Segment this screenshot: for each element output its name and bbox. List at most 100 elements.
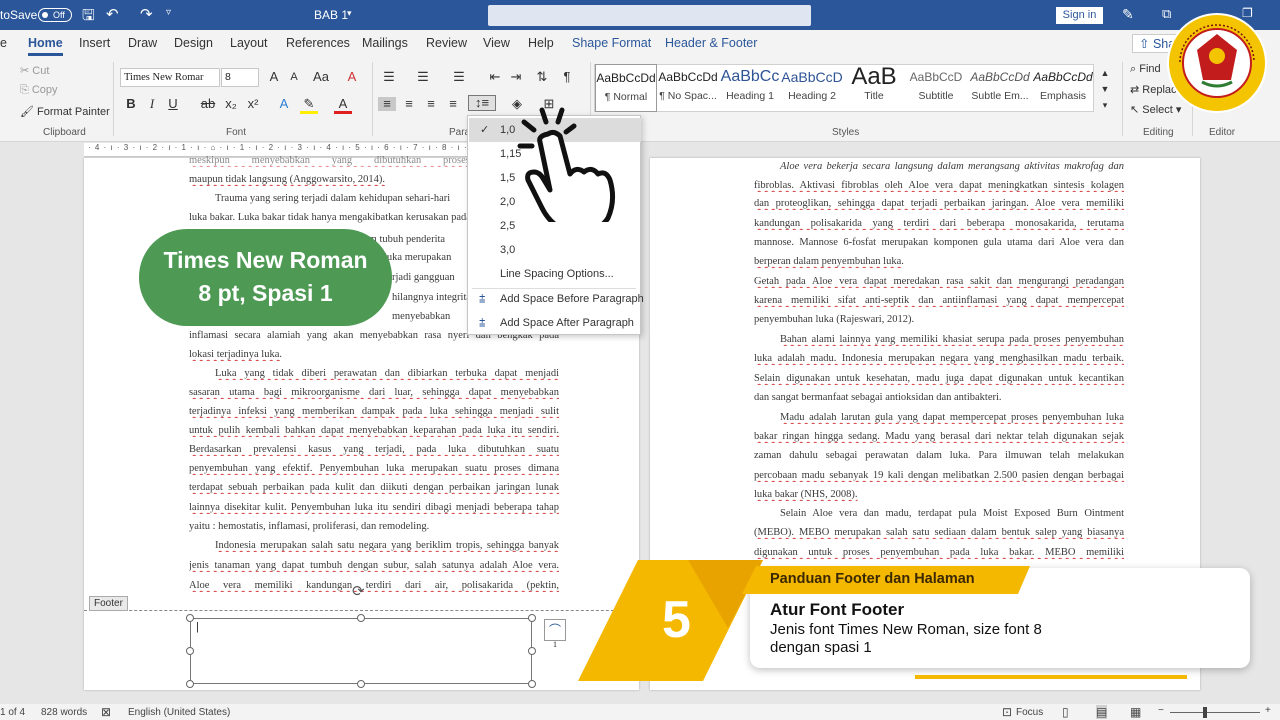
bullets-icon[interactable]: ☰ <box>380 70 398 84</box>
show-marks-icon[interactable]: ¶ <box>558 70 576 84</box>
print-layout-icon[interactable]: ▤ <box>1096 705 1108 719</box>
strikethrough-icon[interactable]: ab <box>197 97 219 111</box>
bold-icon[interactable]: B <box>122 97 140 111</box>
styles-scroll-down-icon[interactable]: ▼ <box>1096 82 1114 96</box>
style-title[interactable]: AaB Title <box>843 64 905 112</box>
footer-tab-label[interactable]: Footer <box>89 596 128 611</box>
resize-handle[interactable] <box>186 647 194 655</box>
text-line: yaitu : hemostatis, inflamasi, prolifera… <box>189 521 430 532</box>
tab-draw[interactable]: Draw <box>128 36 157 50</box>
style-subtle-emphasis[interactable]: AaBbCcDd Subtle Em... <box>969 64 1031 112</box>
style-emphasis[interactable]: AaBbCcDd Emphasis <box>1032 64 1094 112</box>
redo-icon[interactable]: ↷ <box>140 5 153 23</box>
decrease-indent-icon[interactable]: ⇤ <box>486 70 504 84</box>
resize-handle[interactable] <box>528 614 536 622</box>
font-name-box[interactable]: Times New Romar <box>120 68 220 87</box>
zoom-slider[interactable] <box>1170 712 1260 713</box>
tab-design[interactable]: Design <box>174 36 213 50</box>
subscript-icon[interactable]: x₂ <box>222 97 240 111</box>
text-effects-icon[interactable]: A <box>275 97 293 111</box>
document-title[interactable]: BAB 1 <box>314 8 348 22</box>
tab-shape-format[interactable]: Shape Format <box>572 36 651 50</box>
customize-qat-icon[interactable]: ▿ <box>166 7 171 18</box>
resize-handle[interactable] <box>186 614 194 622</box>
multilevel-list-icon[interactable]: ☰ <box>450 70 468 84</box>
resize-handle[interactable] <box>528 680 536 688</box>
save-icon[interactable]: 🖫 <box>82 5 95 30</box>
pen-icon[interactable]: ✎ <box>1122 6 1134 23</box>
style-subtitle[interactable]: AaBbCcD Subtitle <box>905 64 967 112</box>
title-dropdown-icon[interactable]: ▾ <box>347 8 352 19</box>
copy-button[interactable]: ⎘ Copy <box>20 84 58 97</box>
text-line: rjadi gangguan <box>392 272 455 283</box>
tab-file-partial[interactable]: e <box>0 36 7 50</box>
align-right-icon[interactable]: ≡ <box>422 97 440 111</box>
align-left-icon[interactable]: ≡ <box>378 97 396 111</box>
line-spacing-options-item[interactable]: Line Spacing Options... <box>469 262 641 286</box>
focus-icon[interactable]: ⊡ <box>1002 705 1012 719</box>
sort-icon[interactable]: ⇅ <box>533 70 551 84</box>
language-indicator[interactable]: English (United States) <box>128 707 230 718</box>
signin-button[interactable]: Sign in <box>1056 7 1103 24</box>
add-space-before-item[interactable]: ⩲ Add Space Before Paragraph <box>469 287 644 311</box>
resize-handle[interactable] <box>528 647 536 655</box>
justify-icon[interactable]: ≡ <box>444 97 462 111</box>
underline-icon[interactable]: U <box>164 97 182 111</box>
tab-header-footer[interactable]: Header & Footer <box>665 36 757 50</box>
resize-handle[interactable] <box>357 680 365 688</box>
font-size-box[interactable]: 8 <box>221 68 259 87</box>
add-space-after-item[interactable]: ⩲ Add Space After Paragraph <box>469 311 641 335</box>
zoom-in-icon[interactable]: + <box>1265 705 1271 716</box>
align-center-icon[interactable]: ≡ <box>400 97 418 111</box>
shrink-font-icon[interactable]: A <box>285 70 303 84</box>
line-spacing-option[interactable]: 3,0 <box>469 238 641 262</box>
superscript-icon[interactable]: x² <box>244 97 262 111</box>
tab-mailings[interactable]: Mailings <box>362 36 408 50</box>
styles-more-icon[interactable]: ▾ <box>1096 98 1114 112</box>
zoom-out-icon[interactable]: − <box>1158 705 1164 716</box>
tab-home[interactable]: Home <box>28 36 63 56</box>
style-heading-1[interactable]: AaBbCc Heading 1 <box>719 64 781 112</box>
clear-formatting-icon[interactable]: A <box>343 70 361 84</box>
line-spacing-icon[interactable]: ↕≡ <box>468 95 496 111</box>
highlight-icon[interactable]: ✎ <box>300 97 318 114</box>
footer-textbox[interactable]: | <box>190 618 532 684</box>
undo-icon[interactable]: ↶ <box>106 5 119 23</box>
search-box[interactable] <box>488 5 811 26</box>
focus-label[interactable]: Focus <box>1016 707 1043 718</box>
rotate-handle-icon[interactable]: ⟳ <box>352 582 365 600</box>
page-number: 1 <box>553 640 557 649</box>
text-line: penyembuhan luka (Rajeswari, 2012). <box>754 314 915 325</box>
italic-icon[interactable]: I <box>143 97 161 111</box>
resize-handle[interactable] <box>357 614 365 622</box>
tab-insert[interactable]: Insert <box>79 36 110 50</box>
proofing-icon[interactable]: ⊠ <box>101 705 111 719</box>
grow-font-icon[interactable]: A <box>265 70 283 84</box>
page-count[interactable]: 1 of 4 <box>0 707 25 718</box>
zoom-slider-thumb[interactable] <box>1203 707 1207 718</box>
styles-scroll-up-icon[interactable]: ▲ <box>1096 66 1114 80</box>
style-heading-2[interactable]: AaBbCcD Heading 2 <box>781 64 843 112</box>
text-line: (MEBO). MEBO merupakan salah satu sediaa… <box>754 527 1124 538</box>
read-mode-icon[interactable]: ▯ <box>1062 705 1069 719</box>
tab-layout[interactable]: Layout <box>230 36 268 50</box>
format-painter-button[interactable]: 🖌 Format Painter <box>20 105 110 118</box>
tab-review[interactable]: Review <box>426 36 467 50</box>
style-no-spacing[interactable]: AaBbCcDd ¶ No Spac... <box>657 64 719 112</box>
web-layout-icon[interactable]: ▦ <box>1130 705 1141 719</box>
increase-indent-icon[interactable]: ⇥ <box>507 70 525 84</box>
numbering-icon[interactable]: ☰ <box>414 70 432 84</box>
cut-button[interactable]: ✂ Cut <box>20 64 49 77</box>
resize-handle[interactable] <box>186 680 194 688</box>
find-button[interactable]: ⌕ Find <box>1130 63 1161 76</box>
text-line: Madu adalah larutan gula yang dapat memp… <box>780 412 1124 423</box>
autosave-toggle[interactable]: Off <box>38 8 72 22</box>
word-count[interactable]: 828 words <box>41 707 87 718</box>
tab-view[interactable]: View <box>483 36 510 50</box>
font-color-icon[interactable]: A <box>334 97 352 114</box>
change-case-icon[interactable]: Aa <box>308 70 334 84</box>
layout-options-icon[interactable]: ⌒ <box>544 619 566 641</box>
tab-references[interactable]: References <box>286 36 350 50</box>
tab-help[interactable]: Help <box>528 36 554 50</box>
text-cursor: | <box>196 621 199 633</box>
